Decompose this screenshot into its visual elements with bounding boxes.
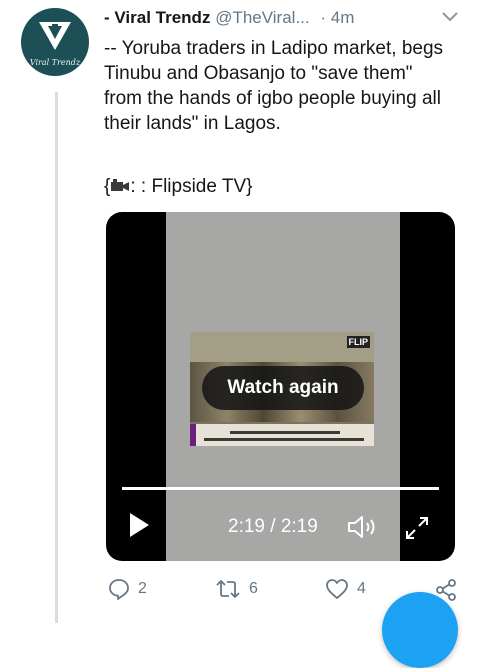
source-name: : : Flipside TV} — [130, 176, 253, 197]
play-button[interactable] — [128, 512, 150, 543]
avatar[interactable]: Viral Trendz — [21, 8, 89, 76]
volume-button[interactable] — [346, 514, 380, 545]
user-handle[interactable]: @TheViral... — [215, 8, 309, 27]
fullscreen-button[interactable] — [404, 515, 430, 546]
chevron-down-icon — [442, 12, 458, 22]
video-camera-icon — [110, 177, 130, 191]
video-player[interactable]: FLIP Watch again 2:19 / 2:19 — [106, 212, 455, 561]
tweet-text: -- Yoruba traders in Ladipo market, begs… — [104, 36, 454, 136]
fullscreen-icon — [406, 517, 428, 539]
separator-dot: · — [320, 8, 327, 27]
like-count: 4 — [357, 580, 366, 597]
thread-line — [55, 92, 58, 623]
play-icon — [130, 513, 149, 537]
compose-tweet-button[interactable] — [382, 592, 458, 668]
like-button[interactable]: 4 — [325, 578, 366, 600]
tweet-header: - Viral Trendz @TheViral... · 4m — [104, 8, 354, 28]
watch-again-button[interactable]: Watch again — [202, 366, 364, 410]
tweet-body: -- Yoruba traders in Ladipo market, begs… — [104, 38, 444, 134]
progress-bar[interactable] — [122, 487, 439, 490]
retweet-icon — [216, 579, 240, 599]
avatar-label: Viral Trendz — [29, 58, 81, 67]
more-options-button[interactable] — [441, 10, 459, 29]
retweet-button[interactable]: 6 — [215, 578, 258, 600]
source-credit: {: : Flipside TV} — [104, 176, 253, 198]
tweet-time[interactable]: 4m — [331, 8, 355, 27]
volume-icon — [348, 516, 375, 538]
heart-icon — [326, 579, 348, 599]
display-name[interactable]: - Viral Trendz — [104, 8, 210, 27]
reply-icon — [109, 579, 129, 600]
reply-button[interactable]: 2 — [108, 578, 147, 600]
thumbnail-logo: FLIP — [346, 336, 370, 348]
retweet-count: 6 — [249, 580, 258, 597]
time-display: 2:19 / 2:19 — [228, 516, 318, 537]
reply-count: 2 — [138, 580, 147, 597]
